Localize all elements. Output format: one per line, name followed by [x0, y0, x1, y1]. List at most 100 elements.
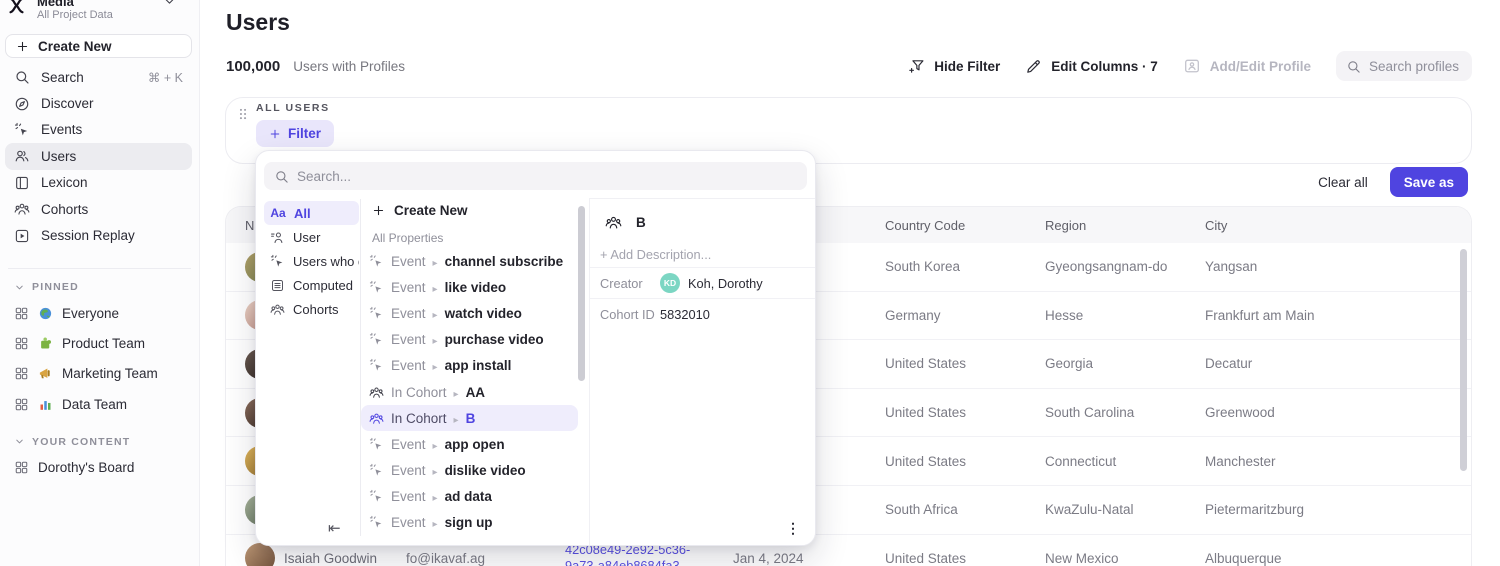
- search-icon: [274, 169, 289, 184]
- caret-right-icon: [433, 437, 438, 452]
- sidebar-item-cohorts[interactable]: Cohorts: [5, 196, 192, 222]
- item-prefix: Event: [391, 463, 426, 478]
- drag-handle-icon[interactable]: [236, 107, 250, 121]
- plus-icon: [16, 40, 29, 53]
- sidebar-item-discover[interactable]: Discover: [5, 90, 192, 116]
- user-name: Isaiah Goodwin: [284, 551, 377, 566]
- caret-right-icon: [433, 489, 438, 504]
- property-item-event-purchase-video[interactable]: Event purchase video: [361, 327, 578, 353]
- user-region: Gyeongsangnam-do: [1045, 259, 1205, 274]
- pinned-section-header[interactable]: PINNED: [5, 276, 192, 298]
- cohort-icon: [14, 201, 30, 217]
- property-item-event-watch-video[interactable]: Event watch video: [361, 300, 578, 326]
- popover-search-box: [264, 162, 807, 190]
- sidebar-item-search[interactable]: Search ⌘ + K: [5, 64, 192, 90]
- cohort-detail-panel: B + Add Description... Creator KD Koh, D…: [589, 198, 815, 545]
- item-name: channel subscribe: [445, 254, 564, 269]
- property-item-in-cohort-aa[interactable]: In Cohort AA: [361, 379, 578, 405]
- user-region: KwaZulu-Natal: [1045, 502, 1205, 517]
- board-label: Data Team: [62, 397, 127, 412]
- property-item-event-sign-up[interactable]: Event sign up: [361, 510, 578, 536]
- property-item-event-app-install[interactable]: Event app install: [361, 353, 578, 379]
- sidebar: Media All Project Data Create New Search…: [0, 0, 200, 566]
- event-icon: [369, 515, 384, 530]
- project-switcher[interactable]: Media All Project Data: [6, 0, 194, 22]
- category-user[interactable]: User: [264, 225, 359, 249]
- add-edit-profile-button[interactable]: Add/Edit Profile: [1183, 57, 1311, 75]
- cohort-name: B: [636, 215, 646, 230]
- sidebar-item-label: Users: [41, 149, 76, 164]
- save-as-button[interactable]: Save as: [1390, 167, 1468, 197]
- sidebar-item-data-team[interactable]: Data Team: [5, 389, 192, 419]
- more-options-icon[interactable]: [786, 520, 800, 537]
- create-new-button[interactable]: Create New: [5, 34, 192, 58]
- sidebar-item-events[interactable]: Events: [5, 117, 192, 143]
- category-all[interactable]: Aa All: [264, 201, 359, 225]
- popover-scrollbar[interactable]: [578, 206, 585, 381]
- chevron-down-icon[interactable]: [163, 0, 176, 8]
- add-edit-profile-label: Add/Edit Profile: [1210, 59, 1311, 74]
- event-icon: [369, 254, 384, 269]
- chevron-down-icon: [14, 436, 25, 447]
- board-label: Marketing Team: [62, 366, 158, 381]
- board-icon: [14, 336, 29, 351]
- popover-create-new-button[interactable]: Create New: [361, 197, 578, 224]
- column-header-city[interactable]: City: [1205, 218, 1471, 233]
- cohort-icon: [369, 411, 384, 426]
- event-icon: [369, 437, 384, 452]
- property-item-event-dislike-video[interactable]: Event dislike video: [361, 458, 578, 484]
- clear-all-button[interactable]: Clear all: [1318, 175, 1368, 190]
- item-name: B: [466, 411, 476, 426]
- caret-right-icon: [433, 306, 438, 321]
- users-icon: [14, 148, 30, 164]
- sidebar-item-label: Events: [41, 122, 82, 137]
- page-title: Users: [226, 9, 290, 36]
- edit-columns-button[interactable]: Edit Columns · 7: [1025, 58, 1158, 75]
- category-computed[interactable]: Computed: [264, 273, 359, 297]
- category-cohorts[interactable]: Cohorts: [264, 297, 359, 321]
- property-item-event-app-open[interactable]: Event app open: [361, 431, 578, 457]
- pencil-icon: [1025, 58, 1042, 75]
- add-filter-button[interactable]: Filter: [256, 120, 334, 147]
- property-item-event-like-video[interactable]: Event like video: [361, 274, 578, 300]
- sidebar-item-session-replay[interactable]: Session Replay: [5, 222, 192, 248]
- bar-chart-icon: [38, 397, 53, 412]
- caret-right-icon: [433, 463, 438, 478]
- section-title: YOUR CONTENT: [32, 436, 130, 448]
- property-item-event-ad-data[interactable]: Event ad data: [361, 484, 578, 510]
- item-name: AA: [466, 385, 486, 400]
- sidebar-item-lexicon[interactable]: Lexicon: [5, 170, 192, 196]
- hide-filter-button[interactable]: Hide Filter: [908, 58, 1000, 75]
- table-scrollbar[interactable]: [1460, 249, 1467, 471]
- caret-right-icon: [454, 411, 459, 426]
- collapse-panel-icon[interactable]: [328, 519, 341, 537]
- user-region: Hesse: [1045, 308, 1205, 323]
- sidebar-item-dorothys-board[interactable]: Dorothy's Board: [5, 453, 192, 483]
- popover-property-list: Create New All Properties Event channel …: [361, 197, 578, 536]
- puzzle-icon: [38, 336, 53, 351]
- property-item-in-cohort-b[interactable]: In Cohort B: [361, 405, 578, 431]
- category-label: Computed: [293, 278, 353, 293]
- category-users-who-did[interactable]: Users who di...: [264, 249, 359, 273]
- user-country: United States: [885, 551, 1045, 566]
- caret-right-icon: [433, 358, 438, 373]
- popover-category-list: Aa All User Users who di... Computed Coh…: [264, 201, 359, 321]
- add-description-button[interactable]: + Add Description...: [600, 247, 711, 262]
- your-content-section-header[interactable]: YOUR CONTENT: [5, 431, 192, 453]
- item-name: sign up: [445, 515, 493, 530]
- column-header-country-code[interactable]: Country Code: [885, 218, 1045, 233]
- sidebar-item-product-team[interactable]: Product Team: [5, 328, 192, 358]
- profile-count: 100,000: [226, 58, 280, 75]
- user-country: United States: [885, 356, 1045, 371]
- cohort-icon: [605, 214, 622, 231]
- sidebar-item-marketing-team[interactable]: Marketing Team: [5, 359, 192, 389]
- profile-count-caption: Users with Profiles: [293, 59, 405, 74]
- popover-search-input[interactable]: [297, 169, 797, 184]
- property-item-event-channel-subscribe[interactable]: Event channel subscribe: [361, 248, 578, 274]
- user-country: South Korea: [885, 259, 1045, 274]
- sidebar-item-users[interactable]: Users: [5, 143, 192, 169]
- caret-right-icon: [454, 385, 459, 400]
- search-profiles-input[interactable]: [1369, 59, 1462, 74]
- sidebar-item-everyone[interactable]: Everyone: [5, 298, 192, 328]
- column-header-region[interactable]: Region: [1045, 218, 1205, 233]
